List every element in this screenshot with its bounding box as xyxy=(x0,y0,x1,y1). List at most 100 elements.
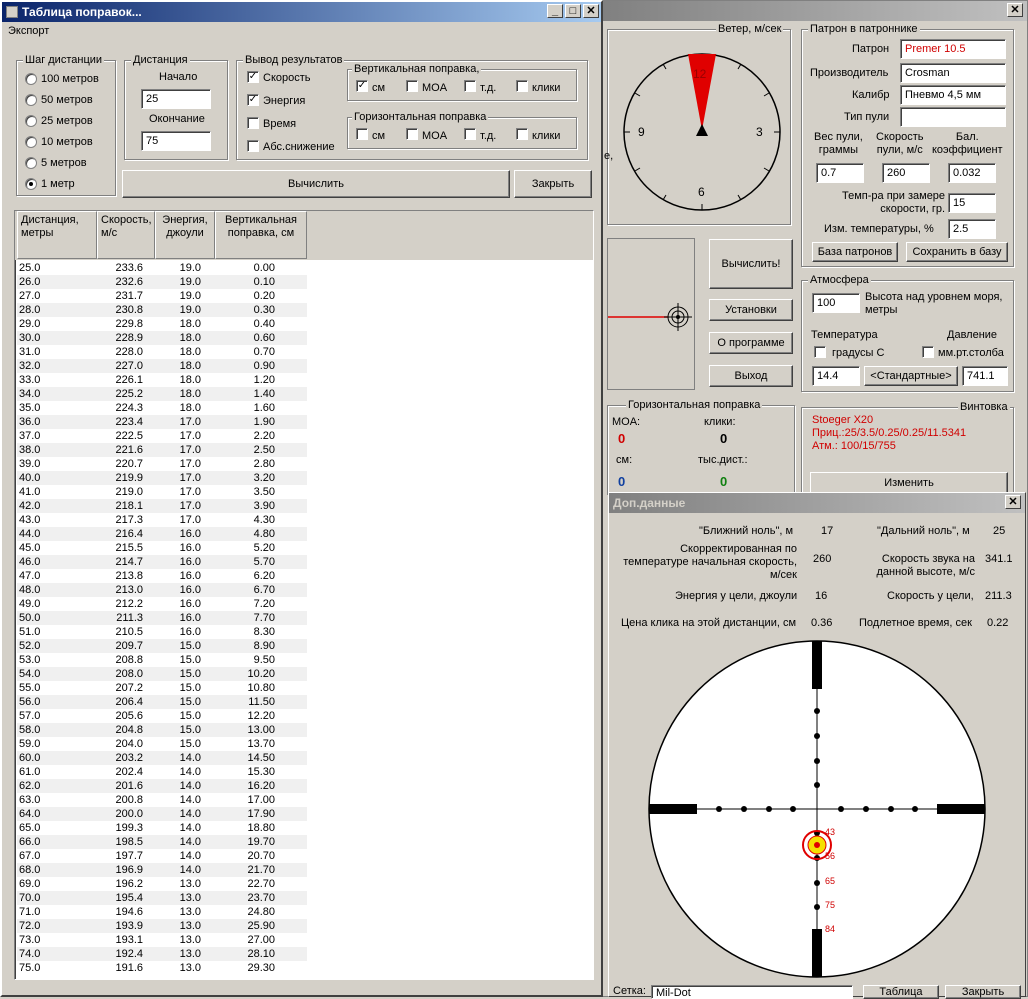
table-row[interactable]: 56.0 206.4 15.0 11.50 xyxy=(17,695,307,709)
table-row[interactable]: 50.0 211.3 16.0 7.70 xyxy=(17,611,307,625)
step-radio-5[interactable] xyxy=(25,178,37,190)
table-row[interactable]: 31.0 228.0 18.0 0.70 xyxy=(17,345,307,359)
table-row[interactable]: 27.0 231.7 19.0 0.20 xyxy=(17,289,307,303)
table-row[interactable]: 41.0 219.0 17.0 3.50 xyxy=(17,485,307,499)
table-row[interactable]: 47.0 213.8 16.0 6.20 xyxy=(17,569,307,583)
step-radio-0[interactable] xyxy=(25,73,37,85)
cartridge-input[interactable]: Premer 10.5 xyxy=(900,39,1006,59)
header-speed[interactable]: Скорость, м/с xyxy=(97,211,155,259)
table-row[interactable]: 43.0 217.3 17.0 4.30 xyxy=(17,513,307,527)
table-row[interactable]: 68.0 196.9 14.0 21.70 xyxy=(17,863,307,877)
weight-input[interactable]: 0.7 xyxy=(816,163,864,183)
header-energy[interactable]: Энергия, джоули xyxy=(155,211,215,259)
mmhg-checkbox[interactable] xyxy=(922,346,934,358)
table-row[interactable]: 67.0 197.7 14.0 20.70 xyxy=(17,849,307,863)
about-button[interactable]: О программе xyxy=(709,332,793,354)
vertical-opt-checkbox-1[interactable] xyxy=(406,80,418,92)
table-row[interactable]: 39.0 220.7 17.0 2.80 xyxy=(17,457,307,471)
table-row[interactable]: 60.0 203.2 14.0 14.50 xyxy=(17,751,307,765)
table-row[interactable]: 33.0 226.1 18.0 1.20 xyxy=(17,373,307,387)
minimize-button[interactable]: _ xyxy=(547,4,563,18)
table-row[interactable]: 38.0 221.6 17.0 2.50 xyxy=(17,443,307,457)
table-row[interactable]: 57.0 205.6 15.0 12.20 xyxy=(17,709,307,723)
table-row[interactable]: 64.0 200.0 14.0 17.90 xyxy=(17,807,307,821)
speed-input[interactable]: 260 xyxy=(882,163,930,183)
table-row[interactable]: 61.0 202.4 14.0 15.30 xyxy=(17,765,307,779)
output-checkbox-0[interactable]: ✓ xyxy=(247,71,259,83)
main-close-button[interactable]: ✕ xyxy=(1007,3,1023,17)
table-row[interactable]: 40.0 219.9 17.0 3.20 xyxy=(17,471,307,485)
table-row[interactable]: 75.0 191.6 13.0 29.30 xyxy=(17,961,307,975)
wind-clock[interactable]: 12 3 6 9 xyxy=(608,30,792,226)
table-row[interactable]: 42.0 218.1 17.0 3.90 xyxy=(17,499,307,513)
close-window-button[interactable]: ✕ xyxy=(583,4,599,18)
table-row[interactable]: 36.0 223.4 17.0 1.90 xyxy=(17,415,307,429)
results-table[interactable]: Дистанция, метры Скорость, м/с Энергия, … xyxy=(14,210,594,980)
export-menu[interactable]: Экспорт xyxy=(8,25,49,37)
table-row[interactable]: 73.0 193.1 13.0 27.00 xyxy=(17,933,307,947)
table-row[interactable]: 25.0 233.6 19.0 0.00 xyxy=(17,261,307,275)
maker-input[interactable]: Crosman xyxy=(900,63,1006,83)
pressure-input[interactable]: 741.1 xyxy=(962,366,1008,386)
table-row[interactable]: 51.0 210.5 16.0 8.30 xyxy=(17,625,307,639)
altitude-input[interactable]: 100 xyxy=(812,293,860,313)
header-distance[interactable]: Дистанция, метры xyxy=(17,211,97,259)
table-row[interactable]: 59.0 204.0 15.0 13.70 xyxy=(17,737,307,751)
step-radio-1[interactable] xyxy=(25,94,37,106)
table-row[interactable]: 54.0 208.0 15.0 10.20 xyxy=(17,667,307,681)
horizontal-opt-checkbox-3[interactable] xyxy=(516,128,528,140)
step-radio-4[interactable] xyxy=(25,157,37,169)
table-row[interactable]: 30.0 228.9 18.0 0.60 xyxy=(17,331,307,345)
table-row[interactable]: 45.0 215.5 16.0 5.20 xyxy=(17,541,307,555)
table-row[interactable]: 70.0 195.4 13.0 23.70 xyxy=(17,891,307,905)
exit-button[interactable]: Выход xyxy=(709,365,793,387)
table-row[interactable]: 26.0 232.6 19.0 0.10 xyxy=(17,275,307,289)
settings-button[interactable]: Установки xyxy=(709,299,793,321)
vertical-opt-checkbox-2[interactable] xyxy=(464,80,476,92)
horizontal-opt-checkbox-0[interactable] xyxy=(356,128,368,140)
calculate-main-button[interactable]: Вычислить! xyxy=(709,239,793,289)
table-row[interactable]: 53.0 208.8 15.0 9.50 xyxy=(17,653,307,667)
table-row[interactable]: 37.0 222.5 17.0 2.20 xyxy=(17,429,307,443)
table-row[interactable]: 58.0 204.8 15.0 13.00 xyxy=(17,723,307,737)
output-checkbox-3[interactable] xyxy=(247,140,259,152)
table-row[interactable]: 48.0 213.0 16.0 6.70 xyxy=(17,583,307,597)
caliber-input[interactable]: Пневмо 4,5 мм xyxy=(900,85,1006,105)
vertical-opt-checkbox-0[interactable]: ✓ xyxy=(356,80,368,92)
table-row[interactable]: 74.0 192.4 13.0 28.10 xyxy=(17,947,307,961)
bullet-type-input[interactable] xyxy=(900,107,1006,127)
reticle-view[interactable]: 43 56 65 75 84 xyxy=(609,639,1027,979)
close-button[interactable]: Закрыть xyxy=(514,170,592,198)
bc-input[interactable]: 0.032 xyxy=(948,163,996,183)
step-radio-2[interactable] xyxy=(25,115,37,127)
cartridge-db-button[interactable]: База патронов xyxy=(812,242,898,262)
output-checkbox-2[interactable] xyxy=(247,117,259,129)
table-row[interactable]: 35.0 224.3 18.0 1.60 xyxy=(17,401,307,415)
horizontal-opt-checkbox-1[interactable] xyxy=(406,128,418,140)
temp-measure-input[interactable]: 15 xyxy=(948,193,996,213)
table-row[interactable]: 52.0 209.7 15.0 8.90 xyxy=(17,639,307,653)
step-radio-3[interactable] xyxy=(25,136,37,148)
calculate-button[interactable]: Вычислить xyxy=(122,170,510,198)
table-row[interactable]: 63.0 200.8 14.0 17.00 xyxy=(17,793,307,807)
table-row[interactable]: 29.0 229.8 18.0 0.40 xyxy=(17,317,307,331)
table-row[interactable]: 44.0 216.4 16.0 4.80 xyxy=(17,527,307,541)
table-row[interactable]: 34.0 225.2 18.0 1.40 xyxy=(17,387,307,401)
save-to-db-button[interactable]: Сохранить в базу xyxy=(906,242,1008,262)
horizontal-opt-checkbox-2[interactable] xyxy=(464,128,476,140)
start-input[interactable]: 25 xyxy=(141,89,211,109)
table-row[interactable]: 55.0 207.2 15.0 10.80 xyxy=(17,681,307,695)
table-row[interactable]: 65.0 199.3 14.0 18.80 xyxy=(17,821,307,835)
end-input[interactable]: 75 xyxy=(141,131,211,151)
table-row[interactable]: 66.0 198.5 14.0 19.70 xyxy=(17,835,307,849)
table-row[interactable]: 71.0 194.6 13.0 24.80 xyxy=(17,905,307,919)
vertical-opt-checkbox-3[interactable] xyxy=(516,80,528,92)
table-row[interactable]: 28.0 230.8 19.0 0.30 xyxy=(17,303,307,317)
temperature-input[interactable]: 14.4 xyxy=(812,366,860,386)
table-row[interactable]: 72.0 193.9 13.0 25.90 xyxy=(17,919,307,933)
table-row[interactable]: 49.0 212.2 16.0 7.20 xyxy=(17,597,307,611)
standard-button[interactable]: <Стандартные> xyxy=(864,366,958,386)
change-rifle-button[interactable]: Изменить xyxy=(810,472,1008,494)
table-row[interactable]: 32.0 227.0 18.0 0.90 xyxy=(17,359,307,373)
output-checkbox-1[interactable]: ✓ xyxy=(247,94,259,106)
